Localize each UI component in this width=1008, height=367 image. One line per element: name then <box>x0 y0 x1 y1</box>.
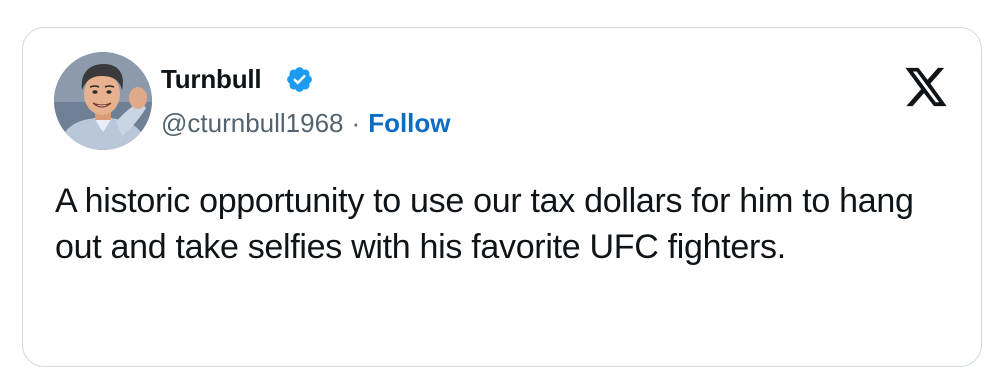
follow-button[interactable]: Follow <box>368 108 450 138</box>
verified-badge-icon <box>285 65 314 94</box>
author-display-name[interactable]: Turnbull <box>161 64 262 94</box>
author-handle-line: @cturnbull1968 · Follow <box>161 108 451 138</box>
x-logo-icon[interactable] <box>903 66 949 108</box>
tweet-text: A historic opportunity to use our tax do… <box>55 182 914 266</box>
author-avatar[interactable] <box>54 52 152 150</box>
tweet-card: Turnbull @cturnbull1968 · Follow A histori… <box>22 27 982 367</box>
separator-dot: · <box>351 108 361 138</box>
caricature-avatar-icon <box>54 52 152 150</box>
author-handle[interactable]: @cturnbull1968 <box>161 108 344 138</box>
